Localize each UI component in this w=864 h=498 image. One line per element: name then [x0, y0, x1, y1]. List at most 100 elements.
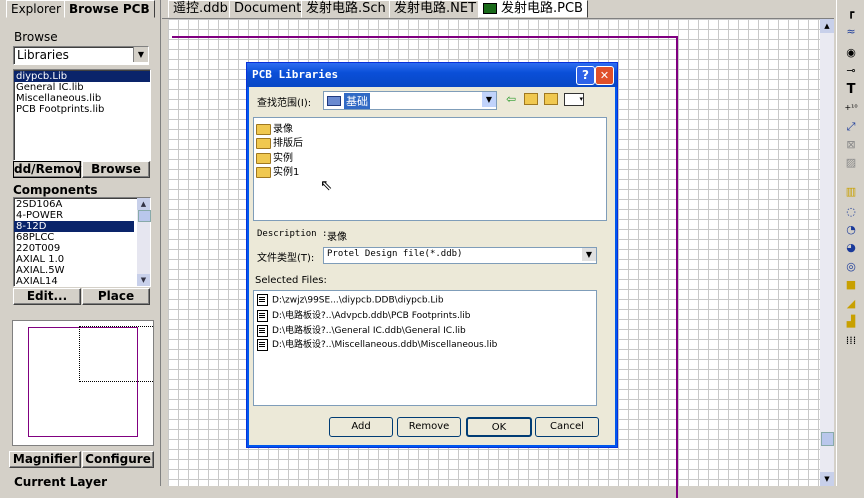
- scroll-down-icon[interactable]: ▼: [820, 472, 834, 486]
- chevron-down-icon[interactable]: ▼: [482, 92, 496, 107]
- list-item[interactable]: Miscellaneous.lib: [14, 93, 150, 104]
- scroll-thumb[interactable]: [821, 432, 834, 446]
- up-folder-icon[interactable]: [524, 93, 538, 105]
- array-icon[interactable]: ⁞⁞⁞: [842, 333, 860, 349]
- chevron-down-icon[interactable]: ▼: [582, 248, 596, 261]
- list-item[interactable]: D:\zwjz\99SE...\diypcb.DDB\diypcb.Lib: [257, 294, 444, 306]
- split-plane-icon[interactable]: ▟: [842, 314, 860, 330]
- description-label: Description :: [257, 229, 328, 239]
- selected-files-list[interactable]: D:\zwjz\99SE...\diypcb.DDB\diypcb.Lib D:…: [253, 290, 597, 406]
- add-remove-button[interactable]: dd/Remove..: [13, 161, 99, 178]
- route-icon[interactable]: ┏: [842, 5, 860, 21]
- scroll-up-icon[interactable]: ▲: [137, 198, 150, 210]
- cancel-button[interactable]: Cancel: [535, 417, 599, 437]
- list-item[interactable]: diypcb.Lib: [14, 71, 150, 82]
- browse-select-value: Libraries: [17, 48, 69, 62]
- help-button[interactable]: ?: [576, 66, 595, 85]
- list-item[interactable]: 220T009: [14, 243, 150, 254]
- bus-icon[interactable]: ≈: [842, 24, 860, 40]
- add-button[interactable]: Add: [329, 417, 393, 437]
- folder-icon: [327, 96, 341, 106]
- list-item[interactable]: 2SD106A: [14, 199, 150, 210]
- pcb-document-icon: [483, 3, 497, 14]
- hatch-icon[interactable]: ▨: [842, 155, 860, 171]
- array-paste-icon[interactable]: ▥: [842, 184, 860, 200]
- list-item[interactable]: D:\电路板设?..\Miscellaneous.ddb\Miscellaneo…: [257, 337, 497, 351]
- list-item[interactable]: AXIAL14: [14, 276, 150, 287]
- tab-browse-pcb[interactable]: Browse PCB: [64, 0, 155, 18]
- list-item[interactable]: 实例1: [256, 163, 299, 178]
- ok-button[interactable]: OK: [466, 417, 532, 437]
- edit-button[interactable]: Edit...: [13, 288, 81, 305]
- vertical-scrollbar[interactable]: ▲ ▼: [820, 19, 834, 486]
- place-button[interactable]: Place: [82, 288, 150, 305]
- list-item[interactable]: AXIAL 1.0: [14, 254, 150, 265]
- current-layer-label: Current Layer: [14, 475, 108, 489]
- arc-any-icon[interactable]: ◕: [842, 240, 860, 256]
- view-rectangle[interactable]: [79, 326, 153, 382]
- view-menu-icon[interactable]: ▾: [564, 93, 584, 106]
- tab-explorer[interactable]: Explorer: [6, 0, 66, 18]
- document-icon: [257, 324, 268, 337]
- filetype-select[interactable]: Protel Design file(*.ddb) ▼: [323, 247, 597, 264]
- tab-label: 发射电路.PCB: [501, 1, 583, 16]
- list-item[interactable]: 录像: [256, 120, 293, 135]
- folder-icon: [256, 137, 271, 149]
- components-list[interactable]: 2SD106A 4-POWER 8-12D 68PLCC 220T009 AXI…: [13, 197, 151, 287]
- list-item[interactable]: 4-POWER: [14, 210, 150, 221]
- list-item[interactable]: 排版后: [256, 134, 303, 149]
- pad-icon[interactable]: ◉: [842, 45, 860, 61]
- polygon-icon[interactable]: ◢: [842, 296, 860, 312]
- tab-transmit-net[interactable]: 发射电路.NET: [389, 0, 482, 18]
- lookin-value: 基础: [344, 93, 370, 109]
- browse-label: Browse: [14, 30, 58, 44]
- fill-pattern-icon[interactable]: ⊠: [842, 137, 860, 153]
- fill-icon[interactable]: ■: [842, 277, 860, 293]
- list-item[interactable]: D:\电路板设?..\Advpcb.ddb\PCB Footprints.lib: [257, 308, 471, 322]
- document-icon: [257, 309, 268, 322]
- list-item[interactable]: General IC.lib: [14, 82, 150, 93]
- new-folder-icon[interactable]: [544, 93, 558, 105]
- tab-remote-ddb[interactable]: 遥控.ddb: [168, 0, 233, 18]
- filetype-value: Protel Design file(*.ddb): [327, 249, 463, 259]
- arc-center-icon[interactable]: ◌: [842, 204, 860, 220]
- browse-select[interactable]: Libraries ▼: [13, 46, 149, 65]
- mouse-cursor-icon: ⇖: [320, 176, 333, 194]
- dimension-icon[interactable]: ⤢: [842, 119, 860, 135]
- folder-icon: [256, 166, 271, 178]
- dialog-title-bar[interactable]: PCB Libraries ? ✕: [247, 63, 617, 87]
- back-icon[interactable]: ⇦: [506, 92, 516, 106]
- tab-transmit-sch[interactable]: 发射电路.Sch: [301, 0, 391, 18]
- list-item[interactable]: 8-12D: [14, 221, 134, 232]
- lookin-select[interactable]: 基础 ▼: [323, 91, 497, 110]
- arc-edge-icon[interactable]: ◔: [842, 222, 860, 238]
- configure-button[interactable]: Configure: [82, 451, 154, 468]
- scroll-up-icon[interactable]: ▲: [820, 19, 834, 33]
- text-icon[interactable]: T: [842, 82, 860, 98]
- list-item[interactable]: 68PLCC: [14, 232, 150, 243]
- browse-button[interactable]: Browse: [82, 161, 150, 178]
- file-path: D:\电路板设?..\Advpcb.ddb\PCB Footprints.lib: [272, 311, 471, 321]
- list-item[interactable]: 实例: [256, 149, 293, 164]
- chevron-down-icon[interactable]: ▼: [133, 47, 148, 62]
- coordinate-icon[interactable]: +¹⁰: [842, 100, 860, 116]
- library-list[interactable]: diypcb.Lib General IC.lib Miscellaneous.…: [13, 69, 151, 161]
- list-item[interactable]: PCB Footprints.lib: [14, 104, 150, 115]
- via-icon[interactable]: ⊸: [842, 63, 860, 79]
- folder-name: 实例1: [273, 167, 300, 178]
- filetype-label: 文件类型(T):: [257, 253, 315, 264]
- folder-list[interactable]: 录像 排版后 实例 实例1 ⇖: [253, 117, 607, 221]
- scroll-thumb[interactable]: [138, 210, 151, 222]
- pcb-libraries-dialog: PCB Libraries ? ✕ 查找范围(I): 基础 ▼ ⇦ ▾ 录像 排…: [246, 62, 618, 448]
- list-item[interactable]: AXIAL.5W: [14, 265, 150, 276]
- scroll-down-icon[interactable]: ▼: [137, 274, 150, 286]
- tab-transmit-pcb[interactable]: 发射电路.PCB: [478, 0, 588, 18]
- circle-icon[interactable]: ◎: [842, 259, 860, 275]
- magnifier-button[interactable]: Magnifier: [9, 451, 81, 468]
- magnifier-view: [12, 320, 154, 446]
- list-item[interactable]: D:\电路板设?..\General IC.ddb\General IC.lib: [257, 323, 466, 337]
- folder-icon: [256, 123, 271, 135]
- scrollbar[interactable]: ▲ ▼: [137, 198, 151, 286]
- remove-button[interactable]: Remove: [397, 417, 461, 437]
- close-button[interactable]: ✕: [595, 66, 614, 85]
